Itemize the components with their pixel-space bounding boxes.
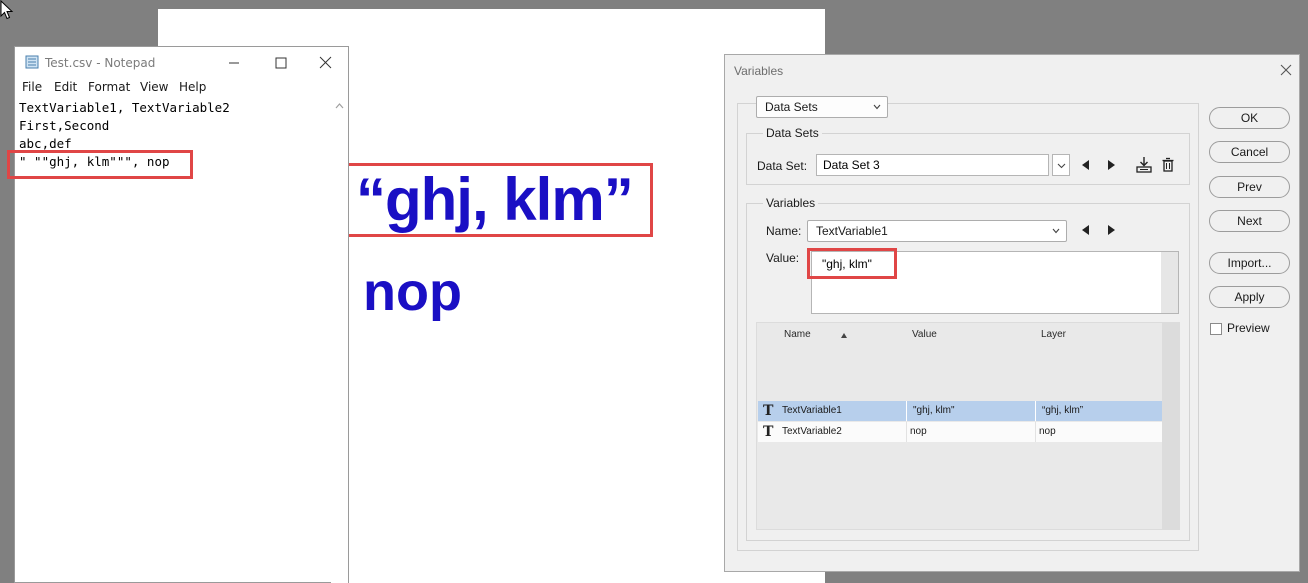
row-name: TextVariable1 bbox=[782, 405, 842, 416]
mode-dropdown-value: Data Sets bbox=[765, 100, 818, 114]
trash-icon[interactable] bbox=[1161, 157, 1175, 173]
notepad-titlebar[interactable]: Test.csv - Notepad bbox=[15, 47, 348, 78]
chevron-down-icon bbox=[873, 104, 881, 110]
notepad-app-icon bbox=[25, 55, 39, 69]
value-scrollbar[interactable] bbox=[1161, 252, 1178, 313]
preview-checkbox[interactable] bbox=[1210, 323, 1222, 335]
notepad-title: Test.csv - Notepad bbox=[45, 56, 156, 70]
menu-edit[interactable]: Edit bbox=[54, 80, 77, 94]
text-line: TextVariable1, TextVariable2 bbox=[19, 100, 230, 115]
mode-dropdown[interactable]: Data Sets bbox=[756, 96, 888, 118]
prev-button[interactable]: Prev bbox=[1209, 176, 1290, 198]
highlight-box-canvas bbox=[341, 163, 653, 237]
scroll-up-icon[interactable] bbox=[331, 98, 348, 114]
highlight-box-notepad bbox=[7, 150, 193, 179]
data-set-value: Data Set 3 bbox=[823, 158, 880, 172]
apply-button[interactable]: Apply bbox=[1209, 286, 1290, 308]
ok-button[interactable]: OK bbox=[1209, 107, 1290, 129]
close-icon[interactable] bbox=[312, 51, 340, 75]
text-line: First,Second bbox=[19, 118, 110, 133]
table-row[interactable]: T TextVariable1 "ghj, klm" “ghj, klm” bbox=[758, 401, 1163, 421]
menu-file[interactable]: File bbox=[22, 80, 42, 94]
dialog-title: Variables bbox=[734, 64, 784, 78]
variables-dialog[interactable]: Variables Data Sets Data Sets Data Set: … bbox=[724, 54, 1300, 572]
notepad-menubar: File Edit Format View Help bbox=[15, 78, 348, 98]
preview-label: Preview bbox=[1227, 321, 1270, 335]
column-header-value[interactable]: Value bbox=[912, 329, 937, 340]
menu-help[interactable]: Help bbox=[179, 80, 206, 94]
row-value: nop bbox=[910, 426, 927, 437]
variable-name-dropdown[interactable]: TextVariable1 bbox=[807, 220, 1067, 242]
data-set-label: Data Set: bbox=[757, 159, 808, 173]
row-value: "ghj, klm" bbox=[913, 405, 955, 416]
highlight-box-value bbox=[807, 248, 897, 279]
table-scrollbar[interactable] bbox=[1162, 323, 1179, 529]
canvas-text-variable2[interactable]: nop bbox=[363, 261, 462, 323]
row-name: TextVariable2 bbox=[782, 426, 842, 437]
import-button[interactable]: Import... bbox=[1209, 252, 1290, 274]
chevron-down-icon bbox=[1052, 228, 1060, 234]
next-data-set-icon[interactable] bbox=[1105, 159, 1117, 171]
value-label: Value: bbox=[766, 251, 800, 265]
variable-name-value: TextVariable1 bbox=[816, 224, 888, 238]
save-data-set-icon[interactable] bbox=[1135, 156, 1153, 174]
maximize-icon[interactable] bbox=[267, 51, 295, 75]
menu-view[interactable]: View bbox=[140, 80, 168, 94]
previous-data-set-icon[interactable] bbox=[1080, 159, 1092, 171]
column-header-layer[interactable]: Layer bbox=[1041, 329, 1066, 340]
data-set-field[interactable]: Data Set 3 bbox=[816, 154, 1049, 176]
chevron-down-icon bbox=[1057, 163, 1066, 169]
text-layer-icon: T bbox=[763, 424, 774, 440]
column-header-name[interactable]: Name bbox=[784, 329, 811, 340]
mouse-cursor-icon bbox=[0, 0, 14, 20]
data-sets-group-label: Data Sets bbox=[763, 126, 822, 140]
previous-variable-icon[interactable] bbox=[1080, 224, 1092, 236]
cancel-button[interactable]: Cancel bbox=[1209, 141, 1290, 163]
minimize-icon[interactable] bbox=[220, 51, 248, 75]
notepad-window[interactable]: Test.csv - Notepad File Edit Format View… bbox=[7, 46, 349, 583]
row-layer: “ghj, klm” bbox=[1042, 405, 1084, 416]
close-icon[interactable] bbox=[1278, 62, 1294, 78]
name-label: Name: bbox=[766, 224, 802, 238]
row-layer: nop bbox=[1039, 426, 1056, 437]
data-set-dropdown-button[interactable] bbox=[1052, 154, 1070, 176]
sort-ascending-icon bbox=[841, 333, 847, 338]
notepad-scrollbar[interactable] bbox=[331, 98, 348, 583]
variables-group-label: Variables bbox=[763, 196, 819, 210]
next-variable-icon[interactable] bbox=[1105, 224, 1117, 236]
text-layer-icon: T bbox=[763, 403, 774, 419]
next-button[interactable]: Next bbox=[1209, 210, 1290, 232]
menu-format[interactable]: Format bbox=[88, 80, 130, 94]
variables-table[interactable]: Name Value Layer T TextVariable1 "ghj, k… bbox=[756, 322, 1180, 530]
table-row[interactable]: T TextVariable2 nop nop bbox=[758, 422, 1163, 442]
